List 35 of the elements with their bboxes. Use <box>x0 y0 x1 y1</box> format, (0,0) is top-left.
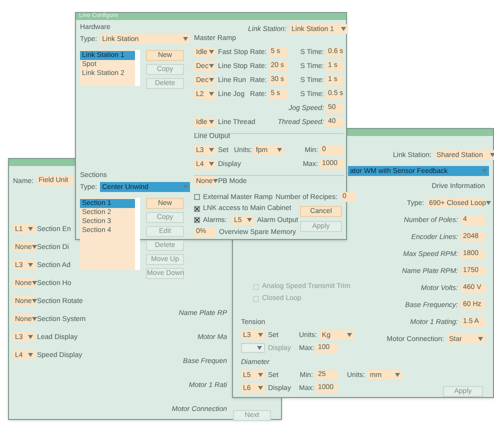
caret-icon <box>28 353 33 357</box>
caret-icon <box>209 92 214 96</box>
caret-icon <box>212 179 218 183</box>
caret-icon <box>32 299 37 303</box>
caret-icon <box>258 333 263 337</box>
caret-icon <box>28 335 33 339</box>
caret-icon <box>258 386 263 390</box>
caret-icon <box>482 169 487 173</box>
caret-icon <box>32 245 37 249</box>
checkbox[interactable] <box>194 194 200 200</box>
checkbox[interactable] <box>194 217 200 223</box>
caret-icon <box>276 148 282 152</box>
caret-icon <box>28 227 33 231</box>
caret-icon <box>258 373 263 377</box>
caret-icon <box>183 185 188 189</box>
caret-icon <box>32 317 37 321</box>
caret-icon <box>183 37 188 41</box>
caret-icon <box>32 281 37 285</box>
caret-icon <box>28 263 33 267</box>
caret-icon <box>247 218 252 222</box>
dropdown[interactable] <box>241 343 265 353</box>
caret-icon <box>209 162 214 166</box>
caret-icon <box>486 201 492 205</box>
caret-icon <box>209 50 214 54</box>
caret-icon <box>346 333 352 337</box>
caret-icon <box>394 373 400 377</box>
checkbox[interactable] <box>194 206 200 212</box>
caret-icon <box>257 346 262 350</box>
caret-icon <box>478 337 483 341</box>
caret-icon <box>340 27 346 31</box>
caret-icon <box>209 148 214 152</box>
caret-icon <box>209 120 214 124</box>
caret-icon <box>490 153 494 157</box>
caret-icon <box>209 64 214 68</box>
caret-icon <box>209 78 214 82</box>
